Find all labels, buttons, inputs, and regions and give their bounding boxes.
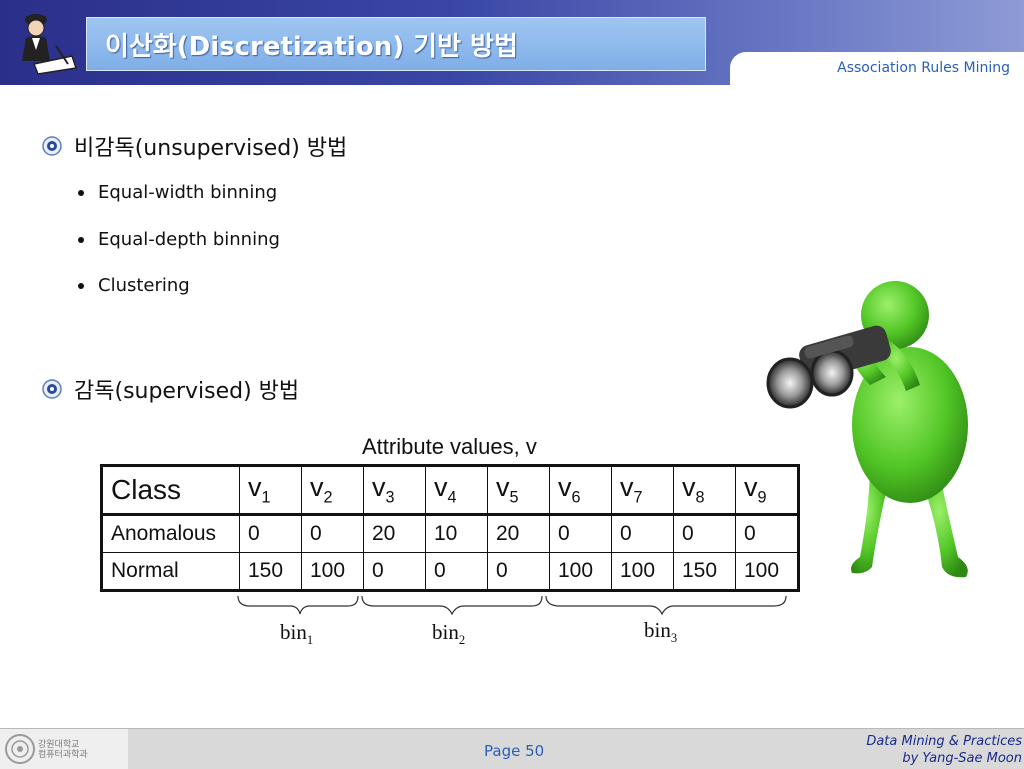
bin-base: bin <box>432 620 459 644</box>
bin-sub: 2 <box>458 633 466 648</box>
emblem-bullet-icon <box>42 379 62 399</box>
bullet-unsupervised: 비감독(unsupervised) 방법 <box>42 130 347 162</box>
credit-line-2: by Yang-Sae Moon <box>902 751 1022 766</box>
var-sub: 8 <box>695 488 705 507</box>
var-sub: 1 <box>261 488 271 507</box>
table-cell: 0 <box>363 552 426 591</box>
header-v1: v1 <box>239 465 302 516</box>
binoculars-figure-icon <box>766 281 968 578</box>
header-v2: v2 <box>301 465 364 516</box>
table-cell: 100 <box>611 552 674 591</box>
table-row-anomalous: Anomalous 0 0 20 10 20 0 0 0 0 <box>101 514 799 553</box>
table-cell: 10 <box>425 514 488 553</box>
table-cell: 0 <box>301 514 364 553</box>
table-cell: 100 <box>301 552 364 591</box>
var-letter: v <box>496 472 510 503</box>
bin3-label: bin3 <box>644 618 677 646</box>
slide-header: 이산화(Discretization) 기반 방법 Association Ru… <box>0 0 1024 86</box>
table-cell: 0 <box>487 552 550 591</box>
table-cell: 0 <box>549 514 612 553</box>
var-sub: 6 <box>571 488 581 507</box>
header-v4: v4 <box>425 465 488 516</box>
title-bar: 이산화(Discretization) 기반 방법 <box>86 17 706 71</box>
table-cell: 150 <box>673 552 736 591</box>
bin-base: bin <box>280 620 307 644</box>
sub-bullet-label: Equal-width binning <box>98 182 278 203</box>
var-sub: 2 <box>323 488 333 507</box>
var-letter: v <box>248 472 262 503</box>
slide-title: 이산화(Discretization) 기반 방법 <box>105 32 518 62</box>
header-class: Class <box>101 465 240 516</box>
var-sub: 4 <box>447 488 457 507</box>
university-name: 강원대학교 컴퓨터과학과 <box>38 740 88 760</box>
table-cell: 0 <box>239 514 302 553</box>
slide-footer: 강원대학교 컴퓨터과학과 Page 50 Data Mining & Pract… <box>0 728 1024 769</box>
bullet-dot <box>78 236 84 243</box>
header-v7: v7 <box>611 465 674 516</box>
var-letter: v <box>620 472 634 503</box>
bullet-dot <box>78 282 84 289</box>
header-v3: v3 <box>363 465 426 516</box>
logo-line-1: 강원대학교 <box>38 740 80 750</box>
table-cell: 150 <box>239 552 302 591</box>
bullet-label: 비감독(unsupervised) 방법 <box>74 136 348 161</box>
university-seal-icon <box>5 734 35 764</box>
var-sub: 5 <box>509 488 519 507</box>
table-title: Attribute values, v <box>362 434 537 459</box>
table-cell: 0 <box>611 514 674 553</box>
table-cell: 0 <box>673 514 736 553</box>
var-letter: v <box>682 472 696 503</box>
bin-sub: 3 <box>670 631 678 646</box>
university-logo: 강원대학교 컴퓨터과학과 <box>0 729 128 769</box>
var-letter: v <box>434 472 448 503</box>
table-cell: Normal <box>101 552 240 591</box>
sub-bullet-label: Clustering <box>98 275 190 296</box>
page-number: Page 50 <box>484 742 545 760</box>
table-cell: 0 <box>425 552 488 591</box>
bullet-supervised: 감독(supervised) 방법 <box>42 373 299 405</box>
sub-bullet-equal-depth: Equal-depth binning <box>78 229 280 250</box>
header-v8: v8 <box>673 465 736 516</box>
var-letter: v <box>558 472 572 503</box>
table-cell: 100 <box>549 552 612 591</box>
var-sub: 7 <box>633 488 643 507</box>
bin1-label: bin1 <box>280 620 313 648</box>
credit-line-1: Data Mining & Practices <box>866 734 1022 749</box>
emblem-bullet-icon <box>42 136 62 156</box>
table-header-row: Class v1 v2 v3 v4 v5 v6 v7 v8 v9 <box>101 465 799 516</box>
bin-base: bin <box>644 618 671 642</box>
attribute-table: Class v1 v2 v3 v4 v5 v6 v7 v8 v9 Anomalo… <box>100 464 800 592</box>
sub-bullet-label: Equal-depth binning <box>98 229 280 250</box>
bin2-label: bin2 <box>432 620 465 648</box>
logo-line-2: 컴퓨터과학과 <box>38 750 88 760</box>
bin1-brace <box>237 595 359 615</box>
bin3-brace <box>545 595 787 616</box>
var-letter: v <box>744 472 758 503</box>
table-cell: 20 <box>363 514 426 553</box>
bullet-dot <box>78 189 84 196</box>
header-v5: v5 <box>487 465 550 516</box>
bullet-label: 감독(supervised) 방법 <box>74 379 300 404</box>
bin-sub: 1 <box>306 633 314 648</box>
sub-bullet-clustering: Clustering <box>78 275 190 296</box>
section-tab-label: Association Rules Mining <box>837 60 1010 76</box>
table-cell: Anomalous <box>101 514 240 553</box>
section-tab: Association Rules Mining <box>730 52 1024 86</box>
course-credit: Data Mining & Practices by Yang-Sae Moon <box>866 733 1022 767</box>
var-letter: v <box>372 472 386 503</box>
var-sub: 3 <box>385 488 395 507</box>
bin-braces <box>237 595 787 616</box>
header-v6: v6 <box>549 465 612 516</box>
bin2-brace <box>361 595 543 616</box>
sub-bullet-equal-width: Equal-width binning <box>78 182 277 203</box>
professor-logo-icon <box>12 6 82 76</box>
var-letter: v <box>310 472 324 503</box>
table-row-normal: Normal 150 100 0 0 0 100 100 150 100 <box>101 552 799 591</box>
table-cell: 20 <box>487 514 550 553</box>
